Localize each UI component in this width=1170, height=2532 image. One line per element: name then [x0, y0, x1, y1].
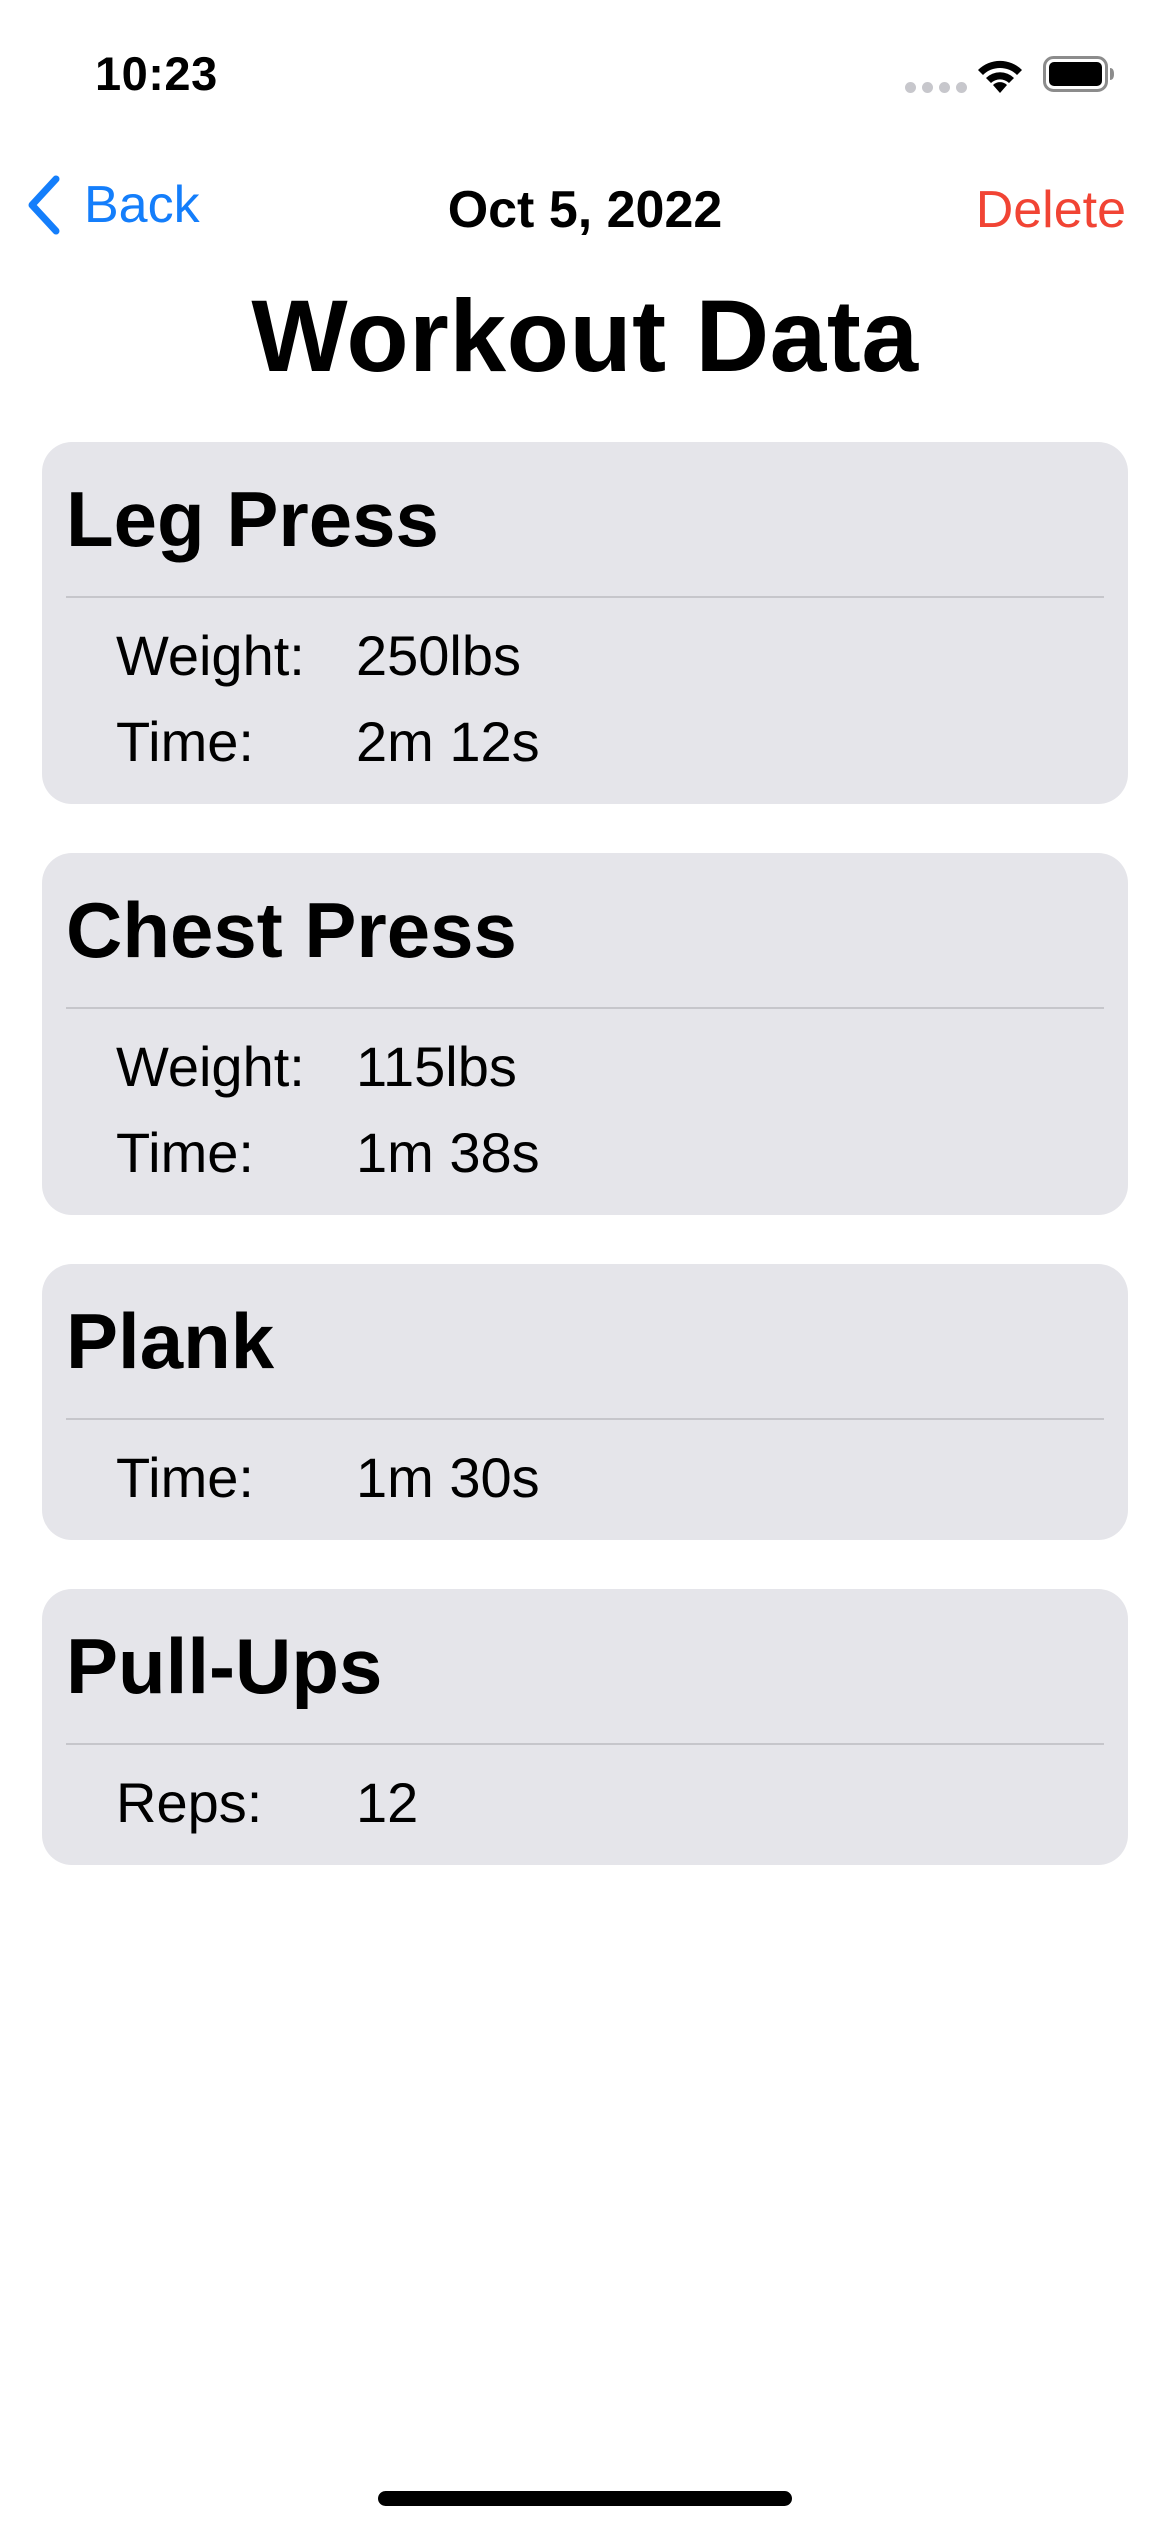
- wifi-icon: [978, 60, 1022, 93]
- stat-label: Weight:: [116, 623, 305, 687]
- workout-name: Plank: [66, 1264, 1104, 1420]
- workout-name: Chest Press: [66, 853, 1104, 1009]
- navigation-bar: Oct 5, 2022 Back Delete: [0, 160, 1170, 250]
- stat-value: 1m 30s: [356, 1445, 540, 1509]
- back-button-label: Back: [84, 176, 200, 234]
- stat-label: Weight:: [116, 1034, 305, 1098]
- stat-row: Reps: 12: [66, 1759, 1104, 1845]
- workout-name: Leg Press: [66, 442, 1104, 598]
- back-button[interactable]: Back: [26, 172, 200, 238]
- stat-label: Time:: [116, 1120, 254, 1184]
- stat-value: 250lbs: [356, 623, 522, 687]
- stat-row: Weight: 250lbs: [66, 612, 1104, 698]
- stat-label: Reps:: [116, 1770, 263, 1834]
- workout-list: Leg Press Weight: 250lbs Time: 2m 12s Ch…: [42, 442, 1128, 1914]
- stat-value: 12: [356, 1770, 419, 1834]
- stat-value: 115lbs: [356, 1034, 517, 1098]
- workout-card: Leg Press Weight: 250lbs Time: 2m 12s: [42, 442, 1128, 804]
- workout-card: Pull-Ups Reps: 12: [42, 1589, 1128, 1865]
- battery-icon: [1043, 56, 1114, 92]
- delete-button[interactable]: Delete: [976, 180, 1126, 240]
- stat-label: Time:: [116, 709, 254, 773]
- home-indicator[interactable]: [378, 2491, 792, 2506]
- stat-value: 1m 38s: [356, 1120, 540, 1184]
- chevron-left-icon: [28, 175, 60, 235]
- stat-row: Weight: 115lbs: [66, 1023, 1104, 1109]
- cellular-signal-icon: [905, 82, 967, 93]
- stat-row: Time: 1m 38s: [66, 1109, 1104, 1195]
- stat-row: Time: 1m 30s: [66, 1434, 1104, 1520]
- stat-value: 2m 12s: [356, 709, 540, 773]
- stat-row: Time: 2m 12s: [66, 698, 1104, 784]
- workout-card: Chest Press Weight: 115lbs Time: 1m 38s: [42, 853, 1128, 1215]
- stat-label: Time:: [116, 1445, 254, 1509]
- workout-card: Plank Time: 1m 30s: [42, 1264, 1128, 1540]
- status-time: 10:23: [95, 47, 218, 100]
- page-title: Workout Data: [251, 279, 919, 393]
- workout-name: Pull-Ups: [66, 1589, 1104, 1745]
- status-bar: 10:23: [0, 0, 1170, 150]
